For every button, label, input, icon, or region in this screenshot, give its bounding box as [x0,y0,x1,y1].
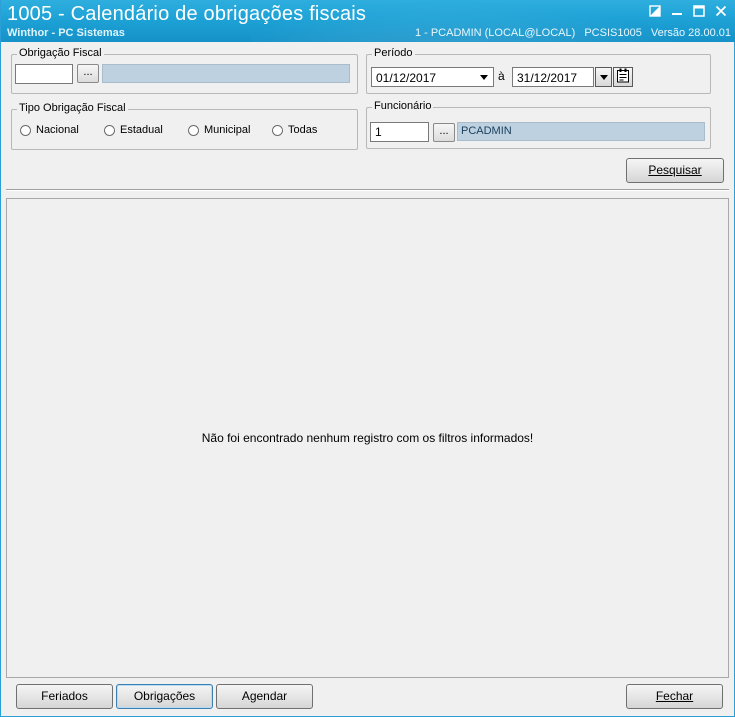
feriados-button[interactable]: Feriados [16,684,113,709]
periodo-end-date[interactable]: 31/12/2017 [512,67,612,87]
funcionario-group: Funcionário ... PCADMIN [366,100,711,149]
status-program: PCSIS1005 [584,27,642,39]
periodo-separator: à [498,69,505,83]
tipo-obrigacao-label: Tipo Obrigação Fiscal [17,102,128,114]
periodo-start-date[interactable]: 01/12/2017 [371,67,494,87]
radio-todas-label: Todas [288,124,318,136]
window-subtitle: Winthor - PC Sistemas [7,27,125,39]
session-status: 1 - PCADMIN (LOCAL@LOCAL) PCSIS1005 Vers… [409,27,731,39]
funcionario-code-input[interactable] [370,122,429,142]
obrigacoes-button-label: Obrigações [133,689,196,703]
empty-results-message: Não foi encontrado nenhum registro com o… [201,431,534,445]
title-bar[interactable]: 1005 - Calendário de obrigações fiscais … [1,0,735,42]
periodo-label: Período [372,47,415,59]
periodo-end-value: 31/12/2017 [517,71,578,85]
chevron-down-icon[interactable] [595,67,612,87]
radio-estadual[interactable]: Estadual [104,124,163,136]
funcionario-description-field: PCADMIN [457,122,705,141]
search-button[interactable]: Pesquisar [626,158,724,183]
status-user: 1 - PCADMIN (LOCAL@LOCAL) [414,27,576,39]
radio-circle[interactable] [188,124,199,136]
app-window: 1005 - Calendário de obrigações fiscais … [0,0,735,717]
funcionario-label: Funcionário [372,100,434,112]
radio-estadual-label: Estadual [120,124,163,136]
window-controls [644,2,732,20]
periodo-start-value: 01/12/2017 [376,71,437,85]
tipo-obrigacao-group: Tipo Obrigação Fiscal Nacional Estadual … [11,102,358,150]
funcionario-lookup-button[interactable]: ... [433,123,455,142]
close-button-label: Fechar [655,689,694,703]
close-icon[interactable] [710,2,732,20]
radio-nacional-label: Nacional [36,124,79,136]
radio-circle[interactable] [104,124,115,136]
status-version: Versão 28.00.01 [650,27,731,39]
obrigacao-fiscal-group: Obrigação Fiscal ... [11,47,358,94]
chevron-down-icon[interactable] [477,70,491,84]
minimize-icon[interactable] [666,2,688,20]
obrigacao-description-field [102,64,350,83]
agendar-button[interactable]: Agendar [216,684,313,709]
radio-circle[interactable] [272,124,283,136]
calendar-button[interactable] [613,67,633,87]
feriados-button-label: Feriados [41,689,88,703]
maximize-icon[interactable] [688,2,710,20]
filter-separator [6,189,729,191]
radio-todas[interactable]: Todas [272,124,317,136]
close-button[interactable]: Fechar [626,684,723,709]
calendar-icon [616,68,630,86]
radio-municipal[interactable]: Municipal [188,124,250,136]
obrigacao-code-input[interactable] [15,64,73,84]
radio-municipal-label: Municipal [204,124,251,136]
search-button-label: Pesquisar [648,163,702,177]
results-panel: Não foi encontrado nenhum registro com o… [6,198,729,678]
periodo-group: Período 01/12/2017 à 31/12/2017 [366,47,711,94]
obrigacao-lookup-button[interactable]: ... [77,64,99,83]
window-title: 1005 - Calendário de obrigações fiscais [7,3,367,25]
restore-icon[interactable] [644,2,666,20]
radio-circle[interactable] [20,124,31,136]
agendar-button-label: Agendar [241,689,288,703]
obrigacao-fiscal-label: Obrigação Fiscal [17,47,104,59]
radio-nacional[interactable]: Nacional [20,124,79,136]
obrigacoes-button[interactable]: Obrigações [116,684,213,709]
